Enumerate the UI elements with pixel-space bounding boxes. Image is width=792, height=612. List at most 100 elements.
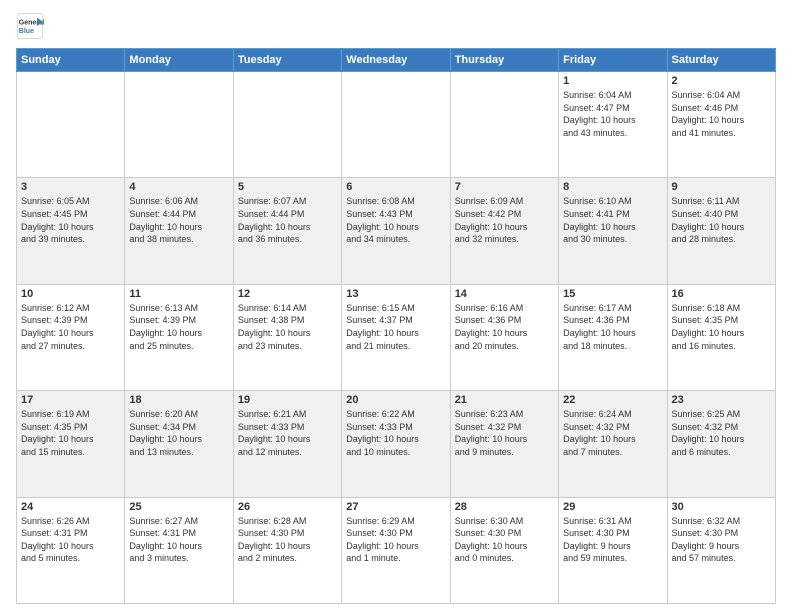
calendar-day-header: Friday <box>559 49 667 72</box>
calendar-cell: 18 Sunrise: 6:20 AM Sunset: 4:34 PM Dayli… <box>125 391 233 497</box>
day-number: 1 <box>563 75 662 87</box>
day-number: 20 <box>346 394 445 406</box>
day-info: Sunrise: 6:26 AM Sunset: 4:31 PM Dayligh… <box>21 515 120 565</box>
calendar-cell: 23 Sunrise: 6:25 AM Sunset: 4:32 PM Dayli… <box>667 391 775 497</box>
day-info: Sunrise: 6:11 AM Sunset: 4:40 PM Dayligh… <box>672 195 771 245</box>
calendar-cell: 5 Sunrise: 6:07 AM Sunset: 4:44 PM Daylig… <box>233 178 341 284</box>
header: General Blue <box>16 12 776 40</box>
day-number: 17 <box>21 394 120 406</box>
calendar-cell: 19Sunrise: 6:21 AM Sunset: 4:33 PM Dayli… <box>233 391 341 497</box>
day-info: Sunrise: 6:32 AM Sunset: 4:30 PM Dayligh… <box>672 515 771 565</box>
day-info: Sunrise: 6:29 AM Sunset: 4:30 PM Dayligh… <box>346 515 445 565</box>
calendar-cell: 17 Sunrise: 6:19 AM Sunset: 4:35 PM Dayli… <box>17 391 125 497</box>
day-info: Sunrise: 6:28 AM Sunset: 4:30 PM Dayligh… <box>238 515 337 565</box>
calendar-cell: 2 Sunrise: 6:04 AM Sunset: 4:46 PM Daylig… <box>667 72 775 178</box>
day-number: 13 <box>346 288 445 300</box>
day-number: 16 <box>672 288 771 300</box>
day-info: Sunrise: 6:08 AM Sunset: 4:43 PM Dayligh… <box>346 195 445 245</box>
day-number: 7 <box>455 181 554 193</box>
day-number: 10 <box>21 288 120 300</box>
day-number: 23 <box>672 394 771 406</box>
calendar-week-row: 10Sunrise: 6:12 AM Sunset: 4:39 PM Dayli… <box>17 284 776 390</box>
day-info: Sunrise: 6:30 AM Sunset: 4:30 PM Dayligh… <box>455 515 554 565</box>
day-number: 2 <box>672 75 771 87</box>
calendar-cell: 3Sunrise: 6:05 AM Sunset: 4:45 PM Daylig… <box>17 178 125 284</box>
calendar-cell <box>17 72 125 178</box>
day-info: Sunrise: 6:18 AM Sunset: 4:35 PM Dayligh… <box>672 302 771 352</box>
day-info: Sunrise: 6:09 AM Sunset: 4:42 PM Dayligh… <box>455 195 554 245</box>
day-info: Sunrise: 6:04 AM Sunset: 4:47 PM Dayligh… <box>563 89 662 139</box>
day-info: Sunrise: 6:07 AM Sunset: 4:44 PM Dayligh… <box>238 195 337 245</box>
calendar-week-row: 1 Sunrise: 6:04 AM Sunset: 4:47 PM Daylig… <box>17 72 776 178</box>
day-number: 4 <box>129 181 228 193</box>
svg-text:Blue: Blue <box>19 28 34 35</box>
day-number: 22 <box>563 394 662 406</box>
day-info: Sunrise: 6:13 AM Sunset: 4:39 PM Dayligh… <box>129 302 228 352</box>
day-number: 5 <box>238 181 337 193</box>
calendar-cell: 4Sunrise: 6:06 AM Sunset: 4:44 PM Daylig… <box>125 178 233 284</box>
day-info: Sunrise: 6:22 AM Sunset: 4:33 PM Dayligh… <box>346 408 445 458</box>
day-info: Sunrise: 6:25 AM Sunset: 4:32 PM Dayligh… <box>672 408 771 458</box>
day-number: 9 <box>672 181 771 193</box>
calendar-cell: 13 Sunrise: 6:15 AM Sunset: 4:37 PM Dayli… <box>342 284 450 390</box>
calendar-cell: 6 Sunrise: 6:08 AM Sunset: 4:43 PM Daylig… <box>342 178 450 284</box>
calendar-cell: 1 Sunrise: 6:04 AM Sunset: 4:47 PM Daylig… <box>559 72 667 178</box>
day-info: Sunrise: 6:05 AM Sunset: 4:45 PM Dayligh… <box>21 195 120 245</box>
day-info: Sunrise: 6:14 AM Sunset: 4:38 PM Dayligh… <box>238 302 337 352</box>
day-number: 6 <box>346 181 445 193</box>
calendar-header-row: SundayMondayTuesdayWednesdayThursdayFrid… <box>17 49 776 72</box>
calendar-cell: 14Sunrise: 6:16 AM Sunset: 4:36 PM Dayli… <box>450 284 558 390</box>
day-number: 18 <box>129 394 228 406</box>
calendar-day-header: Monday <box>125 49 233 72</box>
calendar-day-header: Sunday <box>17 49 125 72</box>
calendar-cell: 22 Sunrise: 6:24 AM Sunset: 4:32 PM Dayli… <box>559 391 667 497</box>
day-number: 21 <box>455 394 554 406</box>
day-number: 26 <box>238 501 337 513</box>
calendar-day-header: Wednesday <box>342 49 450 72</box>
calendar-day-header: Saturday <box>667 49 775 72</box>
calendar-cell: 12Sunrise: 6:14 AM Sunset: 4:38 PM Dayli… <box>233 284 341 390</box>
day-info: Sunrise: 6:19 AM Sunset: 4:35 PM Dayligh… <box>21 408 120 458</box>
calendar-cell: 9 Sunrise: 6:11 AM Sunset: 4:40 PM Daylig… <box>667 178 775 284</box>
day-info: Sunrise: 6:24 AM Sunset: 4:32 PM Dayligh… <box>563 408 662 458</box>
calendar-cell: 7 Sunrise: 6:09 AM Sunset: 4:42 PM Daylig… <box>450 178 558 284</box>
page: General Blue SundayMondayTuesdayWednesda… <box>0 0 792 612</box>
calendar-cell <box>125 72 233 178</box>
calendar-cell: 15Sunrise: 6:17 AM Sunset: 4:36 PM Dayli… <box>559 284 667 390</box>
day-info: Sunrise: 6:15 AM Sunset: 4:37 PM Dayligh… <box>346 302 445 352</box>
calendar-cell: 25 Sunrise: 6:27 AM Sunset: 4:31 PM Dayli… <box>125 497 233 603</box>
day-info: Sunrise: 6:10 AM Sunset: 4:41 PM Dayligh… <box>563 195 662 245</box>
logo: General Blue <box>16 12 44 40</box>
day-number: 24 <box>21 501 120 513</box>
day-number: 11 <box>129 288 228 300</box>
calendar-cell <box>450 72 558 178</box>
calendar-cell <box>342 72 450 178</box>
calendar-day-header: Tuesday <box>233 49 341 72</box>
day-number: 19 <box>238 394 337 406</box>
calendar-week-row: 17 Sunrise: 6:19 AM Sunset: 4:35 PM Dayli… <box>17 391 776 497</box>
calendar-cell <box>233 72 341 178</box>
calendar-week-row: 24 Sunrise: 6:26 AM Sunset: 4:31 PM Dayli… <box>17 497 776 603</box>
calendar-table: SundayMondayTuesdayWednesdayThursdayFrid… <box>16 48 776 604</box>
day-info: Sunrise: 6:20 AM Sunset: 4:34 PM Dayligh… <box>129 408 228 458</box>
calendar-cell: 20 Sunrise: 6:22 AM Sunset: 4:33 PM Dayli… <box>342 391 450 497</box>
day-number: 27 <box>346 501 445 513</box>
calendar-cell: 30Sunrise: 6:32 AM Sunset: 4:30 PM Dayli… <box>667 497 775 603</box>
calendar-week-row: 3Sunrise: 6:05 AM Sunset: 4:45 PM Daylig… <box>17 178 776 284</box>
calendar-day-header: Thursday <box>450 49 558 72</box>
calendar-cell: 26 Sunrise: 6:28 AM Sunset: 4:30 PM Dayli… <box>233 497 341 603</box>
day-info: Sunrise: 6:04 AM Sunset: 4:46 PM Dayligh… <box>672 89 771 139</box>
calendar-cell: 10Sunrise: 6:12 AM Sunset: 4:39 PM Dayli… <box>17 284 125 390</box>
calendar-cell: 29Sunrise: 6:31 AM Sunset: 4:30 PM Dayli… <box>559 497 667 603</box>
calendar-cell: 28 Sunrise: 6:30 AM Sunset: 4:30 PM Dayli… <box>450 497 558 603</box>
calendar-cell: 21 Sunrise: 6:23 AM Sunset: 4:32 PM Dayli… <box>450 391 558 497</box>
day-number: 15 <box>563 288 662 300</box>
day-info: Sunrise: 6:31 AM Sunset: 4:30 PM Dayligh… <box>563 515 662 565</box>
day-number: 14 <box>455 288 554 300</box>
day-number: 25 <box>129 501 228 513</box>
logo-icon: General Blue <box>16 12 44 40</box>
day-info: Sunrise: 6:23 AM Sunset: 4:32 PM Dayligh… <box>455 408 554 458</box>
day-info: Sunrise: 6:27 AM Sunset: 4:31 PM Dayligh… <box>129 515 228 565</box>
day-number: 28 <box>455 501 554 513</box>
calendar-cell: 8Sunrise: 6:10 AM Sunset: 4:41 PM Daylig… <box>559 178 667 284</box>
